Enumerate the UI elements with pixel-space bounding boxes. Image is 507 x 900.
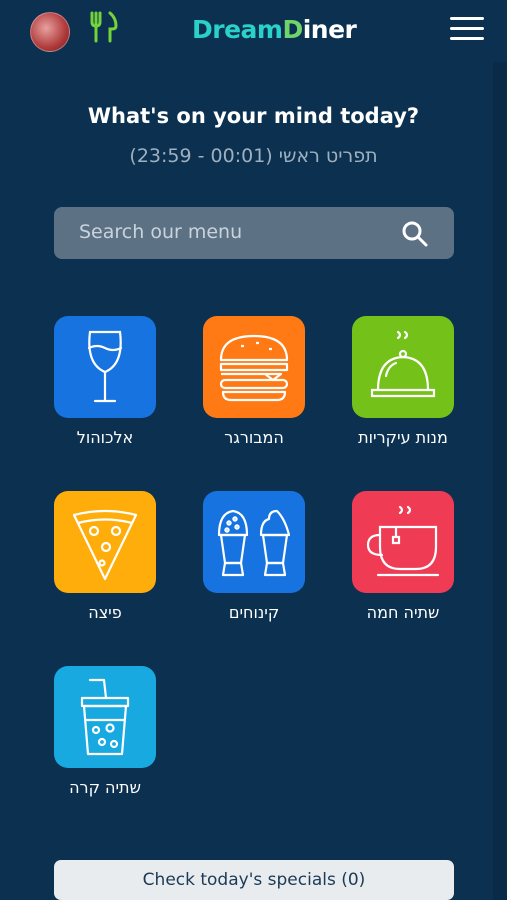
category-pizza[interactable] (54, 491, 156, 593)
page-title: What's on your mind today? (87, 104, 420, 128)
search-bar[interactable]: Search our menu (54, 207, 454, 259)
cloche-icon (370, 330, 436, 398)
category-main-dishes[interactable] (352, 316, 454, 418)
burger-icon (219, 334, 289, 402)
category-cold-drinks[interactable] (54, 666, 156, 768)
coffee-cup-icon (366, 505, 440, 577)
category-label: קינוחים (228, 603, 280, 622)
category-desserts[interactable] (203, 491, 305, 593)
wine-glass-icon (87, 330, 123, 403)
menu-time-range: תפריט ראשי (00:01 - 23:59) (129, 145, 378, 167)
avatar[interactable] (30, 12, 70, 52)
ice-cream-icon (217, 509, 291, 577)
search-input[interactable]: Search our menu (79, 221, 242, 243)
category-burger[interactable] (203, 316, 305, 418)
logo-part-d: D (282, 15, 303, 44)
cold-drink-icon (80, 678, 130, 756)
search-icon[interactable] (400, 219, 430, 249)
category-label: פיצה (88, 603, 122, 622)
category-label: שתיה חמה (366, 603, 440, 622)
category-label: שתיה קרה (69, 778, 141, 797)
pizza-icon (72, 509, 138, 581)
category-label: מנות עיקריות (358, 428, 448, 447)
top-bar: DreamDiner (0, 0, 507, 62)
scroll-edge (493, 62, 507, 900)
category-hot-drinks[interactable] (352, 491, 454, 593)
category-label: אלכוהול (76, 428, 134, 447)
category-label: המבורגר (224, 428, 284, 447)
app-logo[interactable]: DreamDiner (192, 15, 357, 44)
specials-button[interactable]: Check today's specials (0) (54, 860, 454, 900)
hamburger-menu-icon[interactable] (450, 17, 484, 43)
category-alcohol[interactable] (54, 316, 156, 418)
logo-part-iner: iner (302, 15, 357, 44)
logo-part-dream: Dream (192, 15, 283, 44)
fork-knife-icon[interactable] (86, 10, 120, 44)
